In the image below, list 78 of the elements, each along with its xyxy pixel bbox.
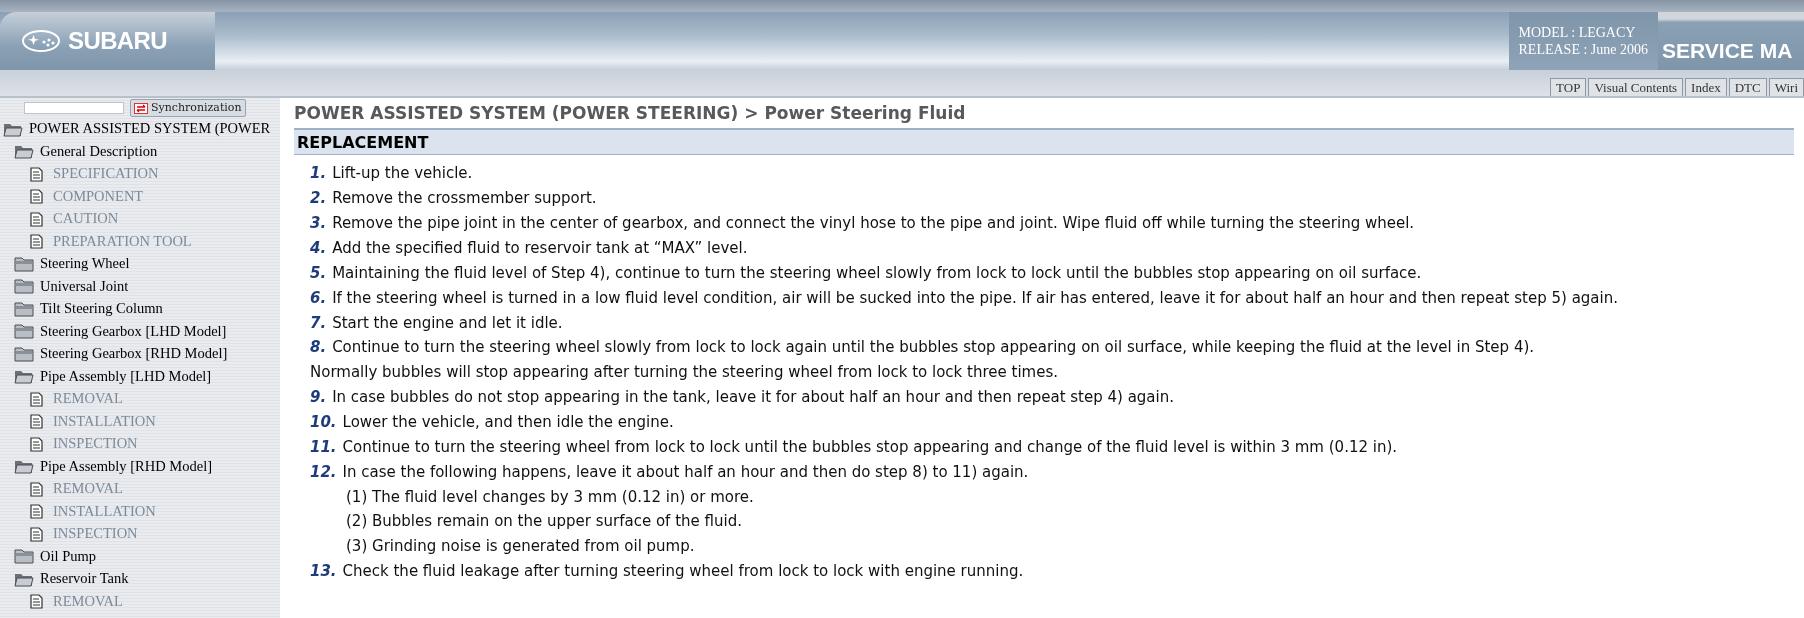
open-folder-icon [14,144,34,160]
nav-tab[interactable]: Visual Contents [1588,78,1684,96]
sub-item-text: (2) Bubbles remain on the upper surface of the fluid. [345,511,743,533]
document-icon [30,414,43,430]
brand-name: SUBARU [68,26,168,56]
section-heading: REPLACEMENT [294,128,1794,155]
step-number: 9. [310,387,327,409]
open-folder-icon [14,369,34,385]
step-text: Add the specified fluid to reservoir tank at “MAX” level. [332,237,748,259]
step-text: Remove the pipe joint in the center of gearbox, and connect the vinyl hose to the pipe and joint. Wipe fluid off while turning the steering wheel. [332,212,1415,234]
folder-link[interactable]: Steering Gearbox [RHD Model] [40,343,228,366]
open-folder-icon [3,121,23,137]
step-number: 11. [310,437,337,458]
document-icon [30,189,43,205]
step-number: 5. [310,262,327,284]
step-text: Lower the vehicle, and then idle the engine. [342,412,674,434]
open-folder-icon [14,459,34,475]
release-label: RELEASE : June 2006 [1518,41,1648,58]
search-field[interactable] [24,102,124,114]
document-icon [30,166,43,182]
step-number: 4. [310,237,327,259]
document-icon [30,234,43,250]
sub-item-text: (1) The fluid level changes by 3 mm (0.12 in) or more. [345,486,755,508]
folder-icon [14,256,34,272]
step-text: In case bubbles do not stop appearing in the tank, leave it for about half an hour and then repeat step 4) again. [332,387,1174,409]
step-number: 1. [310,163,327,185]
document-icon [30,594,43,610]
folder-link[interactable]: Pipe Assembly [LHD Model] [40,365,212,388]
nav-tab[interactable]: DTC [1728,78,1767,96]
folder-icon [14,301,34,317]
open-folder-icon [14,571,34,587]
step-text: Lift-up the vehicle. [332,163,473,185]
step-text: In case the following happens, leave it about half an hour and then do step 8) to 11) again. [342,461,1029,483]
folder-link[interactable]: General Description [40,140,158,163]
folder-icon [14,324,34,340]
folder-icon [14,346,34,362]
step-text: Remove the crossmember support. [332,188,597,210]
model-label: MODEL : LEGACY [1518,24,1637,41]
step-text: Check the fluid leakage after turning steering wheel from lock to lock with engine running. [342,561,1024,583]
step-number: 2. [310,188,327,210]
stars-logo-icon [22,30,60,52]
step-text: If the steering wheel is turned in a low fluid level condition, air will be sucked into the pipe. If air has entered, leave it for about half an hour and then repeat step 5) again. [332,287,1618,309]
folder-link[interactable]: Pipe Assembly [RHD Model] [40,455,212,478]
document-icon [30,481,43,497]
note-text: Normally bubbles will stop appearing after turning the steering wheel from lock to lock three times. [310,362,1059,384]
folder-link[interactable]: Steering Gearbox [LHD Model] [40,320,227,343]
folder-link[interactable]: Oil Pump [40,545,96,568]
folder-icon [14,279,34,295]
step-number: 8. [310,337,327,359]
step-number: 6. [310,287,327,309]
swap-arrows-icon [134,102,148,114]
sync-button[interactable]: Synchronization [130,99,246,117]
nav-tab[interactable]: Wiri [1768,78,1804,96]
step-number: 10. [310,412,337,434]
step-text: Continue to turn the steering wheel slowly from lock to lock again until the bubbles stop appearing on oil surface, while keeping the fluid at the level in Step 4). [332,337,1535,359]
document-icon [30,211,43,227]
step-text: Maintaining the fluid level of Step 4), continue to turn the steering wheel slowly from lock to lock until the bubbles stop appearing on oil surface. [332,262,1422,284]
folder-link[interactable]: Universal Joint [40,275,129,298]
sub-item-text: (3) Grinding noise is generated from oil pump. [345,536,696,558]
document-icon [30,436,43,452]
nav-tab[interactable]: Index [1685,78,1727,96]
step-number: 7. [310,312,327,334]
document-icon [30,391,43,407]
step-number: 12. [310,461,337,483]
manual-title: SERVICE MA [1662,37,1793,64]
step-text: Start the engine and let it idle. [332,312,563,334]
step-number: 13. [310,561,337,583]
step-number: 3. [310,212,327,234]
folder-link[interactable]: Steering Wheel [40,253,130,276]
folder-link[interactable]: Tilt Steering Column [40,298,163,321]
step-text: Continue to turn the steering wheel from lock to lock until the bubbles stop appearing and change of the fluid level is within 3 mm (0.12 in). [342,437,1398,458]
nav-tab[interactable]: TOP [1550,78,1587,96]
folder-icon [14,549,34,565]
document-icon [30,504,43,520]
folder-link[interactable]: POWER ASSISTED SYSTEM (POWER [29,118,271,141]
document-icon [30,526,43,542]
folder-link[interactable]: Reservoir Tank [40,568,129,591]
breadcrumb: POWER ASSISTED SYSTEM (POWER STEERING) > Power Steering Fluid [294,102,967,125]
